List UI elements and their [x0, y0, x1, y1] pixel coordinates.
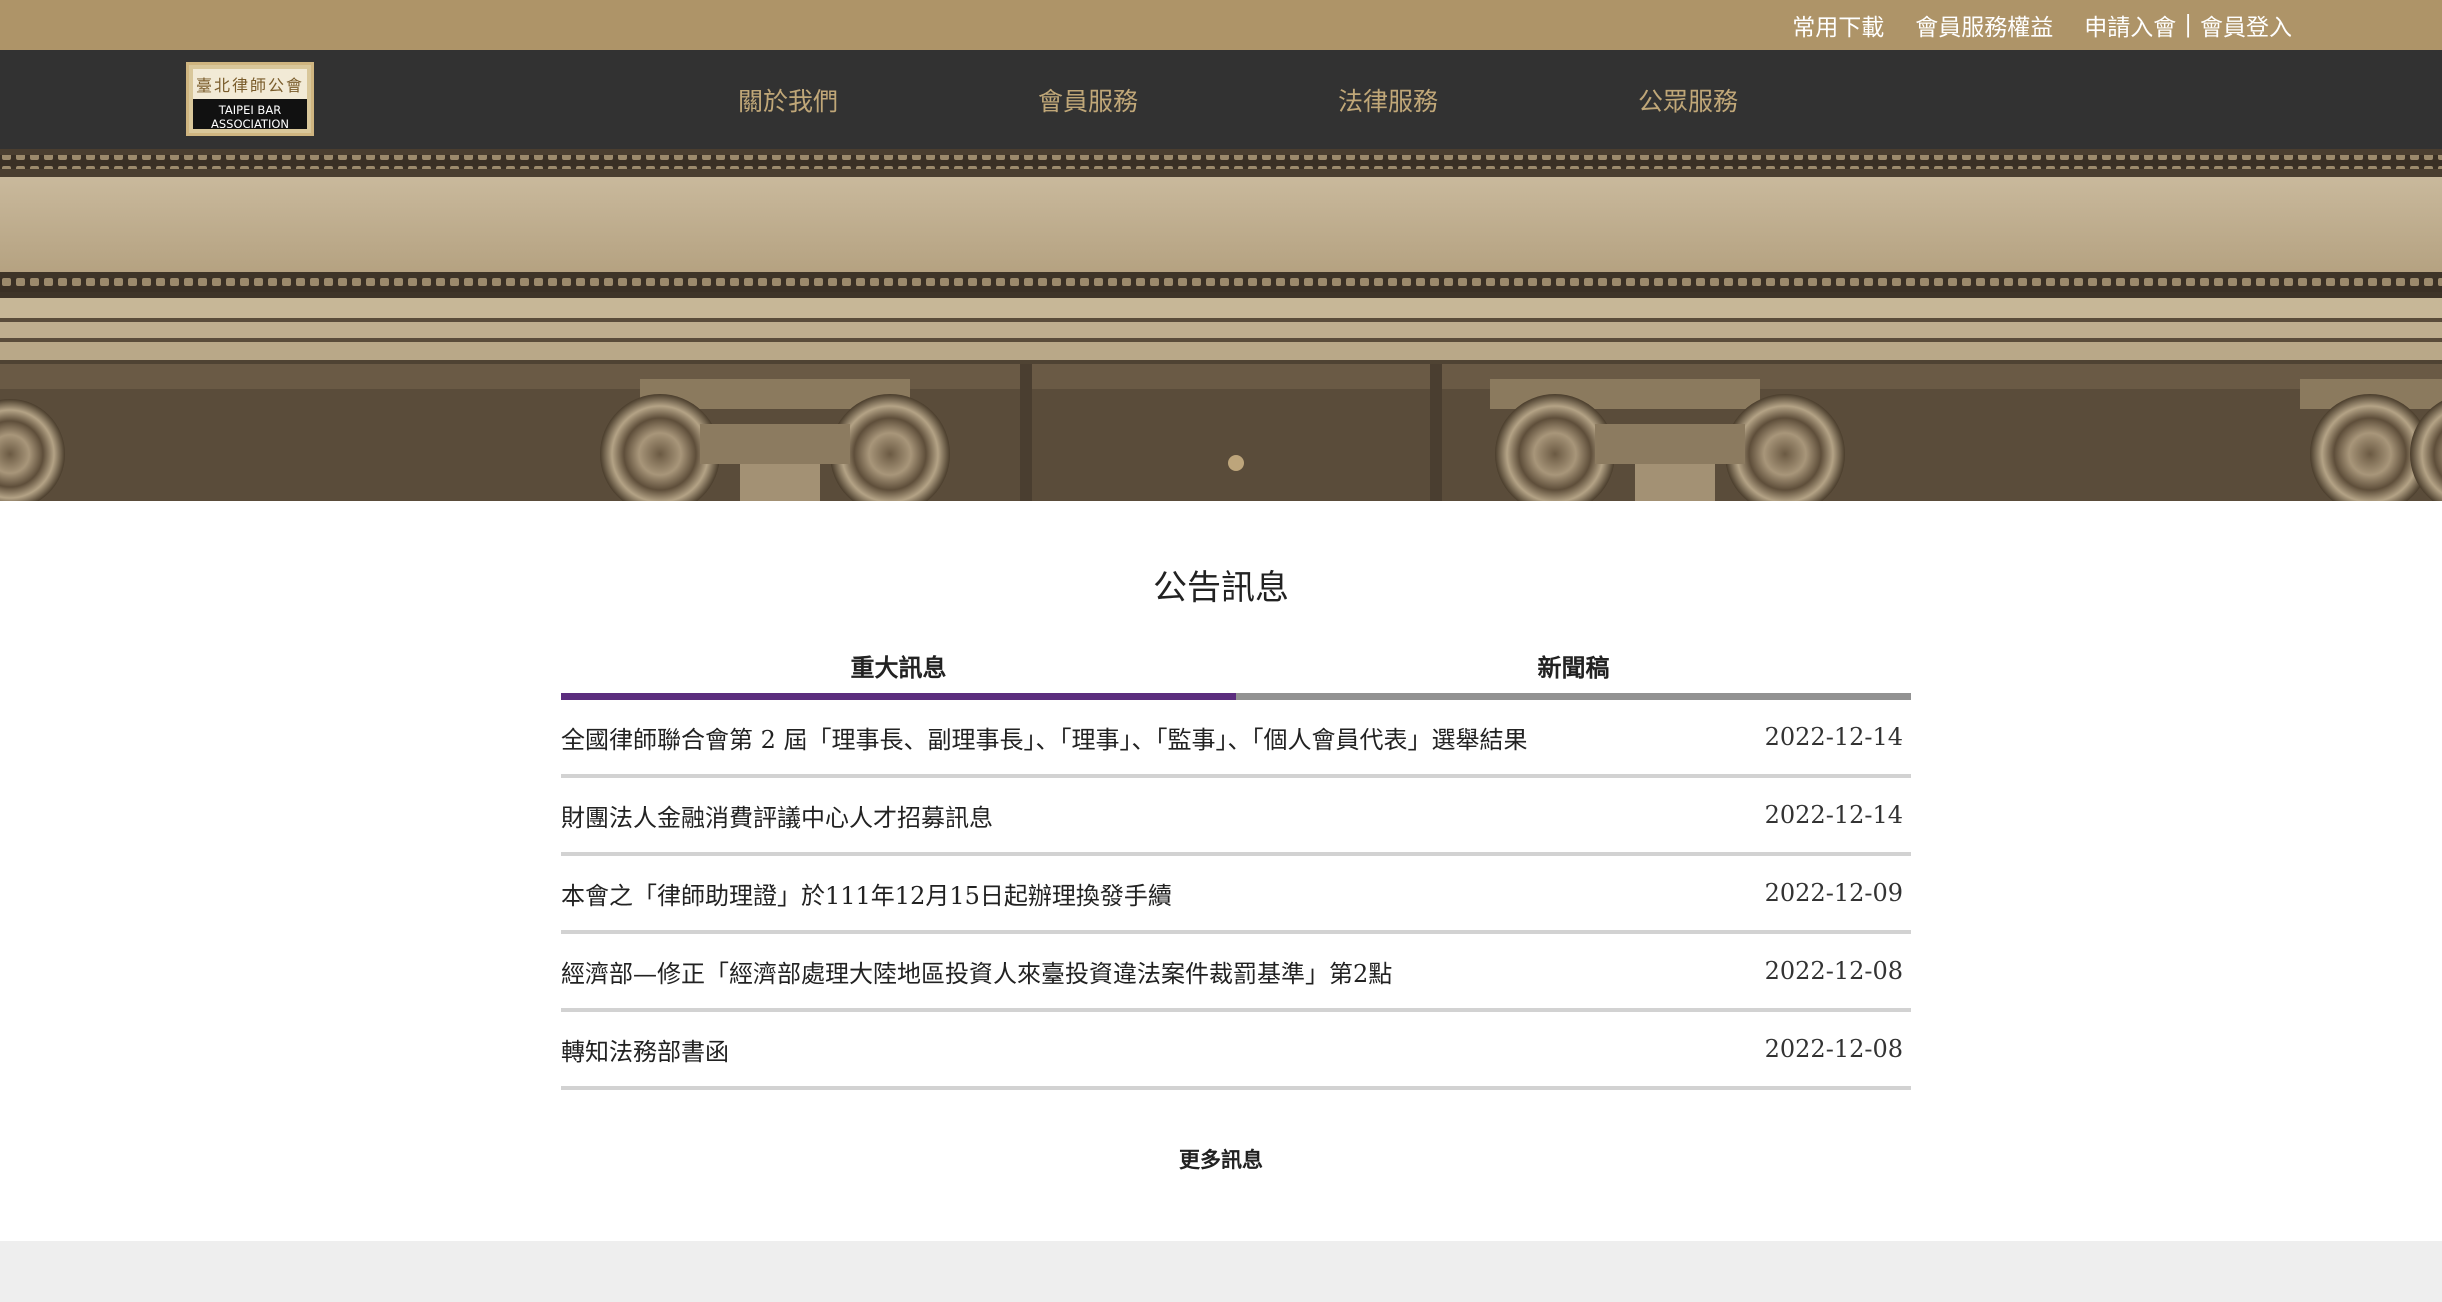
join-link[interactable]: 申請入會: [2084, 8, 2176, 42]
logo-english-name: TAIPEI BAR ASSOCIATION: [193, 103, 307, 131]
top-utility-bar: 常用下載 會員服務權益 申請入會 | 會員登入: [0, 0, 2442, 50]
taipei-bar-logo[interactable]: 臺北律師公會 TAIPEI BAR ASSOCIATION: [186, 62, 314, 136]
more-news-container: 更多訊息: [0, 1144, 2442, 1174]
news-item-date: 2022-12-14: [1764, 801, 1903, 829]
news-item-date: 2022-12-08: [1764, 957, 1903, 985]
news-item[interactable]: 轉知法務部書函 2022-12-08: [561, 1012, 1911, 1090]
link-separator: |: [2184, 12, 2192, 38]
member-login-link[interactable]: 會員登入: [2200, 8, 2292, 42]
tab-major-news-label: 重大訊息: [850, 653, 947, 682]
logo-english-line-2: ASSOCIATION: [211, 117, 289, 131]
member-benefits-link[interactable]: 會員服務權益: [1915, 8, 2053, 42]
nav-legal-services[interactable]: 法律服務: [1338, 50, 1438, 149]
news-item[interactable]: 經濟部—修正「經濟部處理大陸地區投資人來臺投資違法案件裁罰基準」第2點 2022…: [561, 934, 1911, 1012]
main-navbar: 臺北律師公會 TAIPEI BAR ASSOCIATION 關於我們 會員服務 …: [0, 50, 2442, 149]
news-item-title[interactable]: 全國律師聯合會第 2 屆「理事長、副理事長」、「理事」、「監事」、「個人會員代表…: [561, 700, 1528, 774]
active-tab-underline: [561, 693, 1236, 700]
news-item-title[interactable]: 轉知法務部書函: [561, 1012, 729, 1086]
nav-member-services[interactable]: 會員服務: [1038, 50, 1138, 149]
carousel-indicator-dot[interactable]: [1228, 455, 1244, 471]
news-item[interactable]: 全國律師聯合會第 2 屆「理事長、副理事長」、「理事」、「監事」、「個人會員代表…: [561, 700, 1911, 778]
downloads-link[interactable]: 常用下載: [1792, 8, 1884, 42]
tab-major-news[interactable]: 重大訊息: [561, 648, 1236, 700]
news-item-title[interactable]: 經濟部—修正「經濟部處理大陸地區投資人來臺投資違法案件裁罰基準」第2點: [561, 934, 1392, 1008]
logo-emblem: 臺北律師公會 TAIPEI BAR ASSOCIATION: [193, 69, 307, 131]
news-item-title[interactable]: 財團法人金融消費評議中心人才招募訊息: [561, 778, 993, 852]
news-item-title[interactable]: 本會之「律師助理證」於111年12月15日起辦理換發手續: [561, 856, 1172, 930]
more-news-link[interactable]: 更多訊息: [1179, 1147, 1263, 1172]
inactive-tab-underline: [1236, 693, 1911, 700]
utility-links: 常用下載 會員服務權益 申請入會 | 會員登入: [1761, 0, 2292, 50]
logo-chinese-name: 臺北律師公會: [193, 69, 307, 99]
nav-public-services[interactable]: 公眾服務: [1638, 50, 1738, 149]
footer-band: [0, 1241, 2442, 1302]
announcements-heading: 公告訊息: [1153, 568, 1289, 608]
logo-english-line-1: TAIPEI BAR: [218, 103, 282, 117]
hero-banner: [0, 149, 2442, 501]
news-item[interactable]: 本會之「律師助理證」於111年12月15日起辦理換發手續 2022-12-09: [561, 856, 1911, 934]
news-item-date: 2022-12-09: [1764, 879, 1903, 907]
tab-press-releases[interactable]: 新聞稿: [1236, 648, 1911, 700]
news-item-date: 2022-12-08: [1764, 1035, 1903, 1063]
tab-press-releases-label: 新聞稿: [1537, 653, 1610, 682]
hero-column-capitals-image: [0, 149, 2442, 501]
news-item[interactable]: 財團法人金融消費評議中心人才招募訊息 2022-12-14: [561, 778, 1911, 856]
news-list: 全國律師聯合會第 2 屆「理事長、副理事長」、「理事」、「監事」、「個人會員代表…: [561, 700, 1911, 1090]
news-item-date: 2022-12-14: [1764, 723, 1903, 751]
nav-about-us[interactable]: 關於我們: [738, 50, 838, 149]
announcement-tabs: 重大訊息 新聞稿: [561, 648, 1911, 700]
